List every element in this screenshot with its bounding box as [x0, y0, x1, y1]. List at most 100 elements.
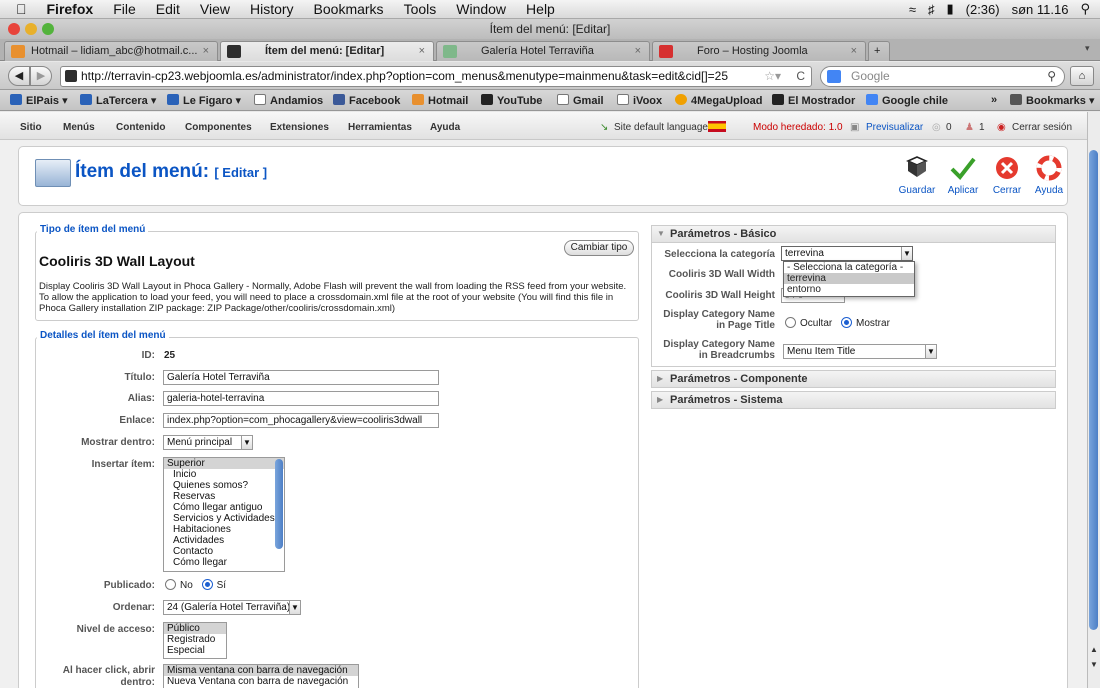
- apply-button[interactable]: Aplicar: [941, 155, 985, 196]
- list-item[interactable]: Quienes somos?: [164, 480, 284, 491]
- close-tab-icon[interactable]: ×: [635, 42, 641, 60]
- volume-icon[interactable]: ♯: [928, 2, 935, 17]
- params-system-header[interactable]: ▶ Parámetros - Sistema: [651, 391, 1056, 409]
- list-item[interactable]: Público: [164, 623, 226, 634]
- tab-list-icon[interactable]: ▾: [1085, 43, 1090, 54]
- bookmark-facebook[interactable]: Facebook: [333, 94, 400, 107]
- site-identity-icon[interactable]: [65, 70, 77, 82]
- new-tab-button[interactable]: +: [868, 41, 890, 61]
- zoom-window-icon[interactable]: [42, 23, 54, 35]
- messages-count[interactable]: 0: [946, 122, 952, 133]
- battery-icon[interactable]: ▮: [946, 1, 953, 17]
- bookmark-4megaupload[interactable]: 4MegaUpload: [675, 94, 763, 107]
- wifi-icon[interactable]: ≈: [909, 2, 916, 17]
- params-basic-header[interactable]: ▼ Parámetros - Básico: [651, 225, 1056, 243]
- search-input[interactable]: Google ⚲: [820, 66, 1065, 87]
- tab-hotmail[interactable]: Hotmail – lidiam_abc@hotmail.c... ×: [4, 41, 218, 61]
- link-input[interactable]: index.php?option=com_phocagallery&view=c…: [163, 413, 439, 428]
- save-button[interactable]: Guardar: [895, 155, 939, 196]
- alias-input[interactable]: galeria-hotel-terravina: [163, 391, 439, 406]
- page-scrollbar-thumb[interactable]: [1089, 150, 1098, 630]
- tab-galeria-hotel[interactable]: Galería Hotel Terraviña ×: [436, 41, 650, 61]
- admin-menu-ayuda[interactable]: Ayuda: [430, 122, 460, 133]
- list-item[interactable]: Misma ventana con barra de navegación: [164, 665, 358, 676]
- list-item[interactable]: Habitaciones: [164, 524, 284, 535]
- bookmark-gmail[interactable]: Gmail: [557, 94, 604, 107]
- order-select[interactable]: 24 (Galería Hotel Terraviña) ▼: [163, 600, 301, 615]
- reload-icon[interactable]: C: [796, 67, 805, 86]
- parent-listbox[interactable]: Superior Inicio Quienes somos? Reservas …: [163, 457, 285, 572]
- list-item[interactable]: Contacto: [164, 546, 284, 557]
- back-button[interactable]: ◀: [8, 66, 30, 86]
- dropdown-option[interactable]: entorno: [784, 284, 914, 295]
- menu-file[interactable]: File: [113, 1, 136, 17]
- users-count[interactable]: 1: [979, 122, 985, 133]
- close-tab-icon[interactable]: ×: [851, 42, 857, 60]
- admin-menu-herramientas[interactable]: Herramientas: [348, 122, 412, 133]
- scroll-up-icon[interactable]: ▲: [1090, 645, 1098, 654]
- params-component-header[interactable]: ▶ Parámetros - Componente: [651, 370, 1056, 388]
- hide-radio[interactable]: [785, 317, 796, 328]
- admin-menu-extensiones[interactable]: Extensiones: [270, 122, 329, 133]
- tab-menu-item-edit[interactable]: Ítem del menú: [Editar] ×: [220, 41, 434, 61]
- title-input[interactable]: Galería Hotel Terraviña: [163, 370, 439, 385]
- admin-menu-contenido[interactable]: Contenido: [116, 122, 165, 133]
- admin-menu-sitio[interactable]: Sitio: [20, 122, 42, 133]
- access-listbox[interactable]: Público Registrado Especial: [163, 622, 227, 659]
- menu-help[interactable]: Help: [526, 1, 555, 17]
- list-item[interactable]: Especial: [164, 645, 226, 656]
- listbox-scrollbar[interactable]: [275, 459, 283, 549]
- bookmark-elpais[interactable]: ElPais ▾: [10, 94, 68, 107]
- published-yes-radio[interactable]: [201, 579, 213, 590]
- list-item[interactable]: Cómo llegar antiguo: [164, 502, 284, 513]
- list-item[interactable]: Inicio: [164, 469, 284, 480]
- dropdown-option[interactable]: - Selecciona la categoría -: [784, 262, 914, 273]
- search-icon[interactable]: ⚲: [1047, 67, 1056, 86]
- url-bar[interactable]: http://terravin-cp23.webjoomla.es/admini…: [60, 66, 812, 87]
- spotlight-icon[interactable]: ⚲: [1080, 1, 1090, 17]
- bookmarks-menu[interactable]: Bookmarks ▾: [1010, 94, 1095, 107]
- scroll-down-icon[interactable]: ▼: [1090, 660, 1098, 669]
- logout-link[interactable]: Cerrar sesión: [1012, 122, 1072, 133]
- bookmark-youtube[interactable]: YouTube: [481, 94, 542, 107]
- admin-menu-componentes[interactable]: Componentes: [185, 122, 252, 133]
- help-button[interactable]: Ayuda: [1027, 155, 1071, 196]
- show-radio[interactable]: [841, 317, 853, 328]
- change-type-button[interactable]: Cambiar tipo: [564, 240, 634, 256]
- menu-edit[interactable]: Edit: [156, 1, 180, 17]
- category-dropdown-list[interactable]: - Selecciona la categoría - terrevina en…: [783, 261, 915, 297]
- bookmark-googlechile[interactable]: Google chile: [866, 94, 948, 107]
- list-item[interactable]: Reservas: [164, 491, 284, 502]
- published-no-radio[interactable]: [165, 579, 176, 590]
- list-item[interactable]: Registrado: [164, 634, 226, 645]
- list-item[interactable]: Cómo llegar: [164, 557, 284, 568]
- menu-view[interactable]: View: [200, 1, 230, 17]
- dropdown-option[interactable]: terrevina: [784, 273, 914, 284]
- bookmark-hotmail[interactable]: Hotmail: [412, 94, 468, 107]
- menu-history[interactable]: History: [250, 1, 294, 17]
- forward-button[interactable]: ▶: [30, 66, 52, 86]
- display-in-select[interactable]: Menú principal ▼: [163, 435, 253, 450]
- menu-window[interactable]: Window: [456, 1, 506, 17]
- preview-link[interactable]: Previsualizar: [866, 122, 923, 133]
- close-tab-icon[interactable]: ×: [419, 42, 425, 60]
- category-select[interactable]: terrevina ▼: [781, 246, 913, 261]
- menu-bookmarks[interactable]: Bookmarks: [314, 1, 384, 17]
- tab-foro-hosting[interactable]: Foro – Hosting Joomla ×: [652, 41, 866, 61]
- minimize-window-icon[interactable]: [25, 23, 37, 35]
- home-button[interactable]: ⌂: [1070, 66, 1094, 86]
- list-item[interactable]: Superior: [164, 458, 284, 469]
- click-open-listbox[interactable]: Misma ventana con barra de navegación Nu…: [163, 664, 359, 688]
- breadcrumb-select[interactable]: Menu Item Title ▼: [783, 344, 937, 359]
- admin-menu-menus[interactable]: Menús: [63, 122, 95, 133]
- menu-tools[interactable]: Tools: [404, 1, 437, 17]
- bookmark-andamios[interactable]: Andamios: [254, 94, 323, 107]
- bookmark-elmostrador[interactable]: El Mostrador: [772, 94, 855, 107]
- list-item[interactable]: Servicios y Actividades: [164, 513, 284, 524]
- close-window-icon[interactable]: [8, 23, 20, 35]
- bookmarks-overflow[interactable]: »: [991, 94, 997, 106]
- bookmark-star-icon[interactable]: ☆▾: [764, 67, 781, 86]
- bookmark-latercera[interactable]: LaTercera ▾: [80, 94, 156, 107]
- close-button[interactable]: Cerrar: [985, 155, 1029, 196]
- list-item[interactable]: Actividades: [164, 535, 284, 546]
